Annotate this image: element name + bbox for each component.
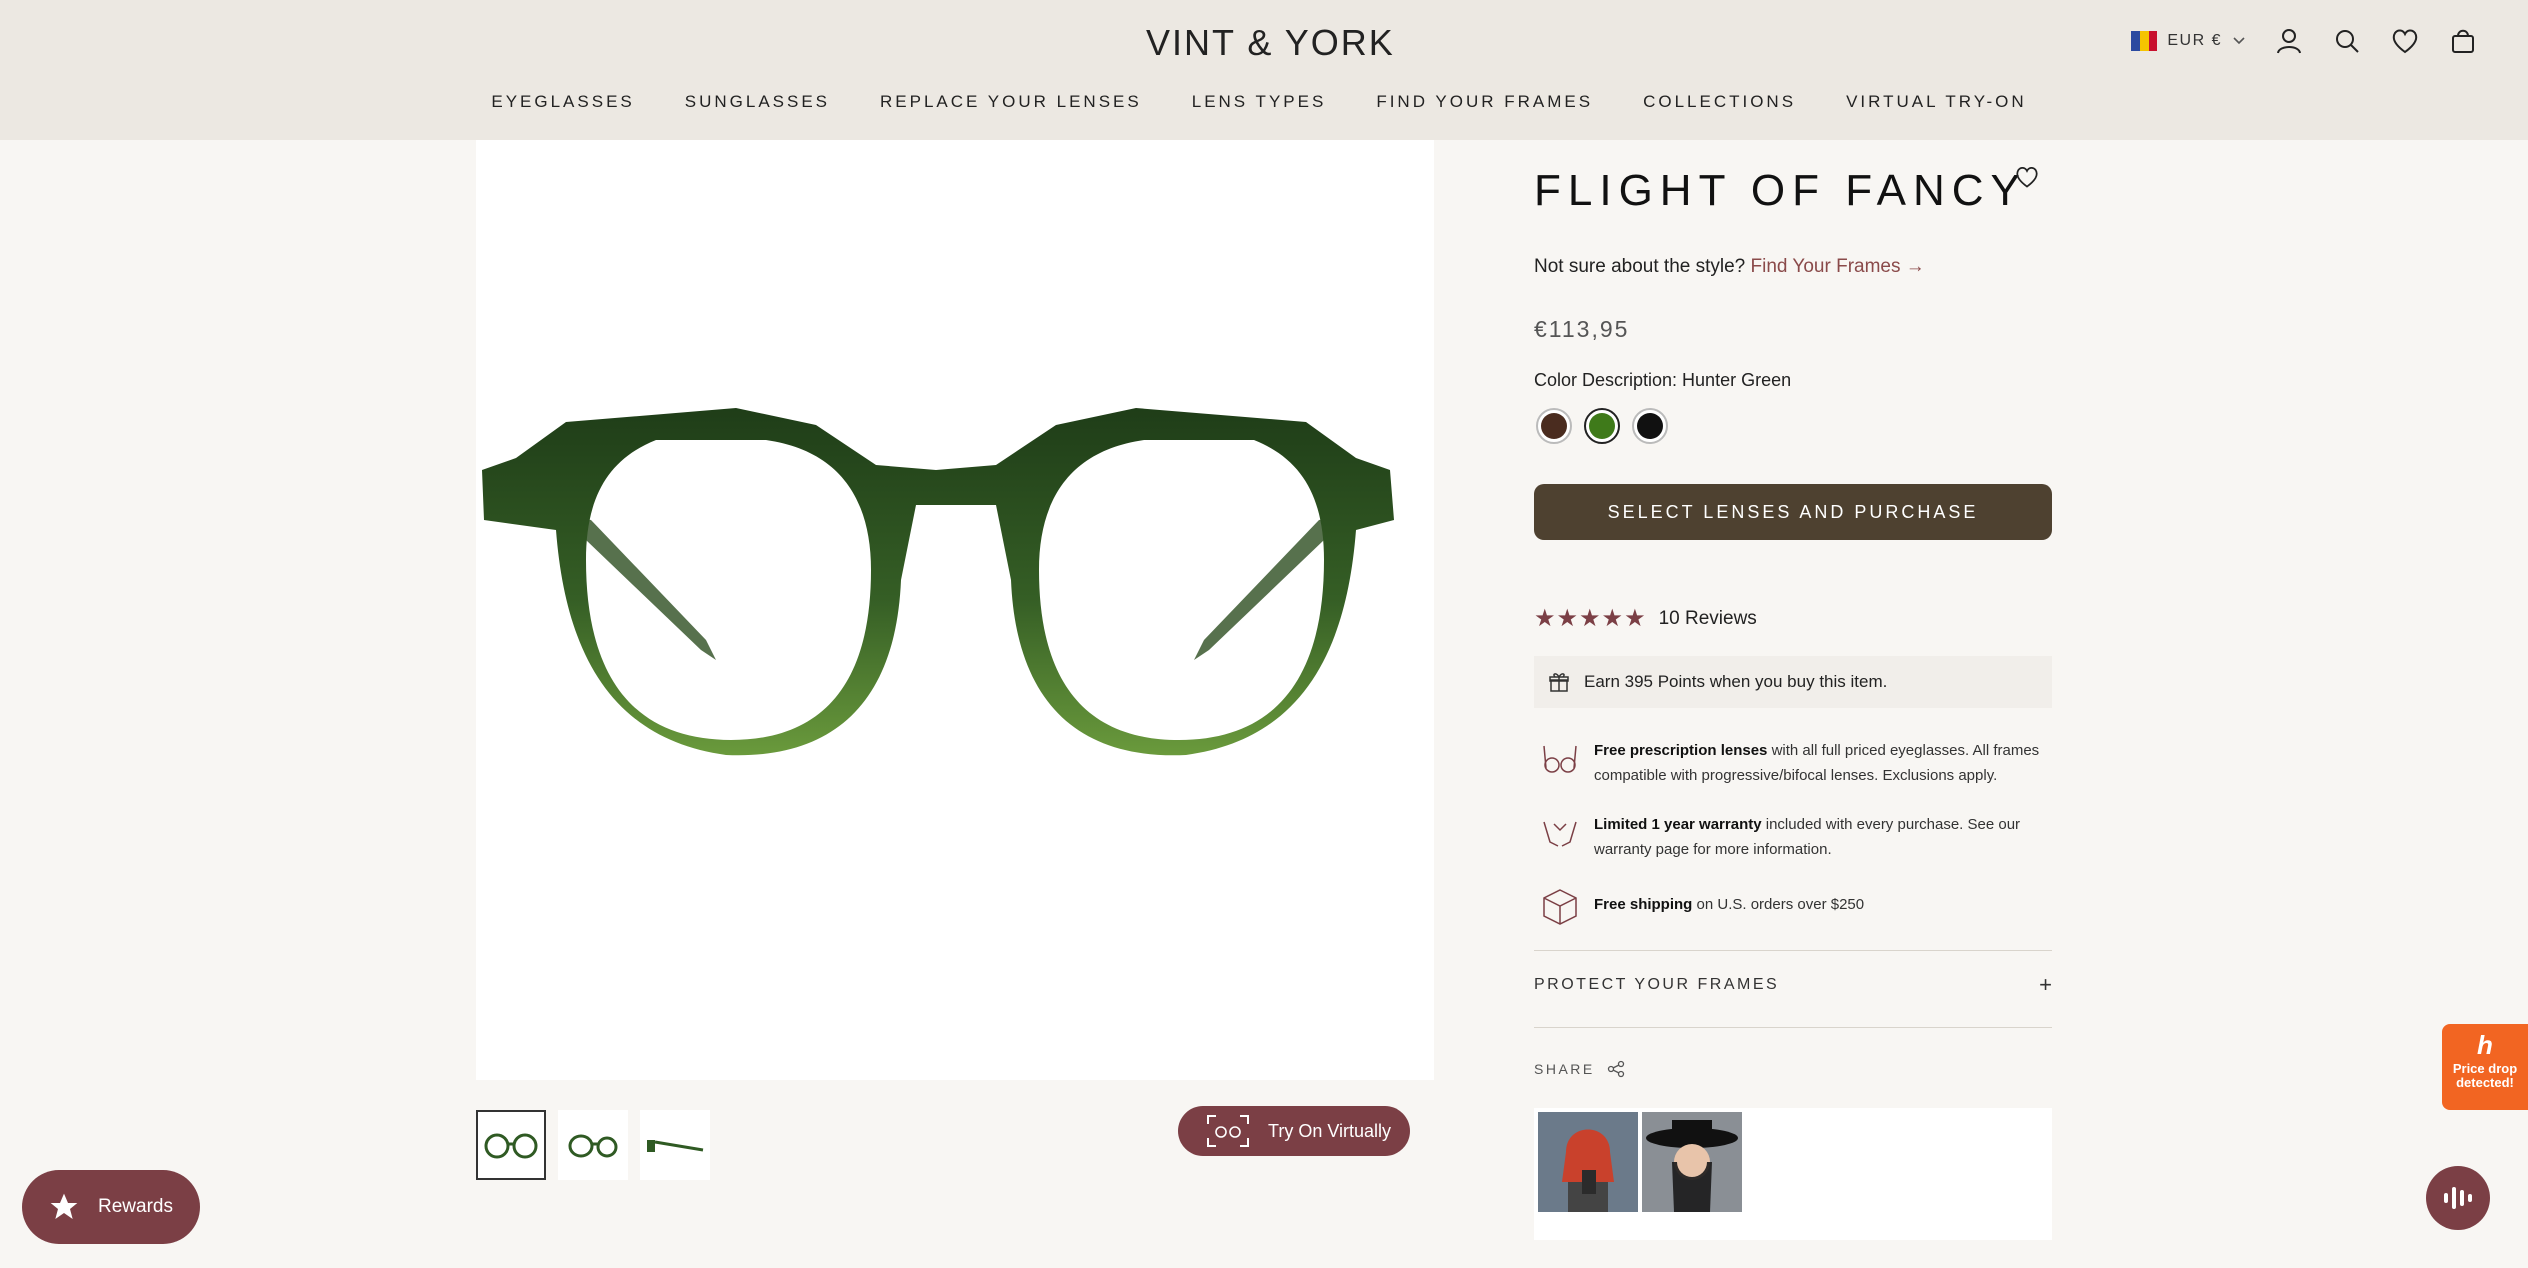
- gift-icon: [1549, 673, 1569, 692]
- product-title: FLIGHT OF FANCY: [1534, 166, 2027, 215]
- bag-icon[interactable]: [2448, 26, 2478, 56]
- face-scan-icon: [1207, 1115, 1249, 1147]
- try-on-virtually-button[interactable]: Try On Virtually: [1178, 1106, 1410, 1156]
- customer-photo[interactable]: [1642, 1112, 1742, 1212]
- customer-photos: [1534, 1108, 2052, 1240]
- nav-collections[interactable]: COLLECTIONS: [1643, 92, 1796, 112]
- customer-photo[interactable]: [1538, 1112, 1638, 1212]
- protect-frames-accordion[interactable]: PROTECT YOUR FRAMES +: [1534, 972, 2052, 998]
- benefit-prescription-text: Free prescription lenses with all full p…: [1594, 742, 2040, 784]
- search-icon[interactable]: [2332, 26, 2362, 56]
- points-text: Earn 395 Points when you buy this item.: [1584, 672, 1888, 691]
- share-icon: [1607, 1060, 1624, 1078]
- points-banner: Earn 395 Points when you buy this item.: [1534, 656, 2052, 708]
- nav-sunglasses[interactable]: SUNGLASSES: [685, 92, 830, 112]
- benefit-shipping: Free shipping on U.S. orders over $250: [1540, 886, 2052, 926]
- chat-wave-icon: [2444, 1187, 2472, 1209]
- benefit-shipping-text: Free shipping on U.S. orders over $250: [1594, 896, 1865, 913]
- honey-line2: detected!: [2456, 1075, 2514, 1090]
- glasses-side-icon: [647, 1140, 704, 1152]
- divider: [1534, 1027, 2052, 1028]
- nav-replace-lenses[interactable]: REPLACE YOUR LENSES: [880, 92, 1142, 112]
- swatch-black[interactable]: [1632, 408, 1668, 444]
- thumbnail-front[interactable]: [476, 1110, 546, 1180]
- nav-virtual-try-on[interactable]: VIRTUAL TRY-ON: [1846, 92, 2027, 112]
- benefit-prescription: Free prescription lenses with all full p…: [1540, 738, 2052, 788]
- honey-logo-icon: h: [2477, 1030, 2493, 1060]
- chat-button[interactable]: [2426, 1166, 2490, 1230]
- currency-selector[interactable]: EUR €: [2131, 31, 2246, 51]
- swatch-tortoise[interactable]: [1536, 408, 1572, 444]
- header-actions: EUR €: [2131, 26, 2478, 56]
- style-prompt: Not sure about the style?: [1534, 256, 1746, 277]
- rewards-label: Rewards: [98, 1196, 173, 1217]
- wishlist-heart-icon[interactable]: [2014, 164, 2040, 190]
- glasses-angle-icon: [568, 1134, 618, 1158]
- main-nav: EYEGLASSES SUNGLASSES REPLACE YOUR LENSE…: [0, 92, 2528, 112]
- thumbnail-side[interactable]: [640, 1110, 710, 1180]
- nav-find-frames[interactable]: FIND YOUR FRAMES: [1376, 92, 1593, 112]
- protect-label: PROTECT YOUR FRAMES: [1534, 976, 1780, 993]
- share-row[interactable]: SHARE: [1534, 1060, 1625, 1078]
- benefit-warranty: Limited 1 year warranty included with ev…: [1540, 812, 2052, 862]
- select-lenses-button[interactable]: SELECT LENSES AND PURCHASE: [1534, 484, 2052, 540]
- star-icon: [50, 1193, 78, 1219]
- price-drop-badge[interactable]: h Price drop detected!: [2442, 1024, 2528, 1110]
- plus-icon: +: [2039, 972, 2052, 997]
- logo[interactable]: VINT & YORK: [1146, 22, 1395, 64]
- color-swatches: [1536, 408, 1668, 444]
- try-on-label: Try On Virtually: [1268, 1120, 1392, 1141]
- benefit-warranty-text: Limited 1 year warranty included with ev…: [1594, 816, 2021, 858]
- style-help: Not sure about the style? Find Your Fram…: [1534, 256, 1925, 278]
- site-header: VINT & YORK EYEGLASSES SUNGLASSES REPLAC…: [0, 0, 2528, 140]
- honey-line1: Price drop: [2452, 1061, 2518, 1076]
- nav-lens-types[interactable]: LENS TYPES: [1192, 92, 1327, 112]
- eyeglasses-image: [482, 408, 1394, 756]
- share-label: SHARE: [1534, 1061, 1595, 1077]
- reviews-summary[interactable]: ★★★★★ 10 Reviews: [1534, 604, 1757, 633]
- product-price: €113,95: [1534, 316, 1630, 342]
- package-icon: [1543, 889, 1577, 925]
- chevron-down-icon: [2233, 37, 2245, 45]
- color-description: Color Description: Hunter Green: [1534, 370, 1792, 390]
- thumbnail-angle[interactable]: [558, 1110, 628, 1180]
- warranty-hands-icon: [1543, 821, 1577, 847]
- glasses-front-icon: [484, 1133, 538, 1159]
- divider: [1534, 950, 2052, 951]
- star-rating-icon: ★★★★★: [1534, 605, 1647, 632]
- swatch-hunter-green[interactable]: [1584, 408, 1620, 444]
- rewards-button[interactable]: Rewards: [22, 1170, 200, 1244]
- currency-label: EUR €: [2167, 32, 2222, 49]
- heart-icon[interactable]: [2390, 26, 2420, 56]
- glasses-outline-icon: [1543, 745, 1577, 773]
- find-frames-link[interactable]: Find Your Frames →: [1751, 256, 1925, 277]
- nav-eyeglasses[interactable]: EYEGLASSES: [491, 92, 634, 112]
- account-icon[interactable]: [2274, 26, 2304, 56]
- product-image[interactable]: [476, 140, 1434, 1080]
- reviews-count: 10 Reviews: [1658, 607, 1757, 629]
- flag-icon: [2131, 31, 2158, 51]
- thumbnail-strip: [476, 1110, 710, 1180]
